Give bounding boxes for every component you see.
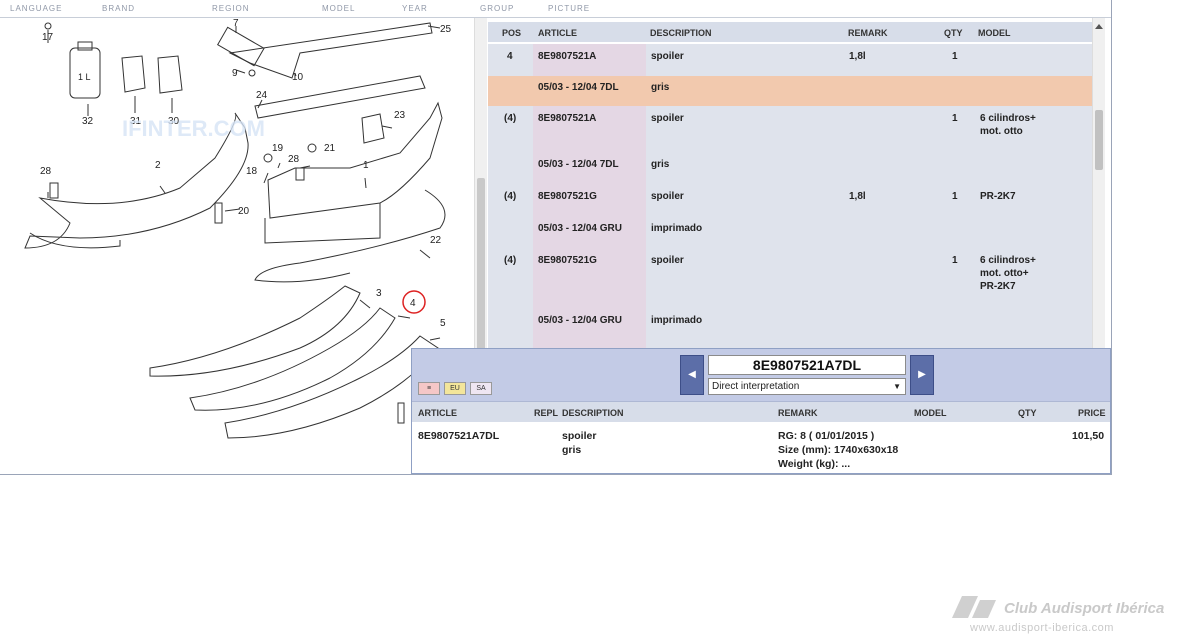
club-logo-icon — [952, 596, 996, 618]
callout-3[interactable]: 3 — [376, 288, 382, 299]
dropdown-caret-icon: ▼ — [893, 382, 901, 391]
parts-list: POS ARTICLE DESCRIPTION REMARK QTY MODEL… — [488, 18, 1092, 350]
detail-col-model: MODEL — [914, 408, 947, 418]
detail-price: 101,50 — [1072, 430, 1105, 442]
exploded-view-drawing: 17 7 25 9 10 32 31 30 24 23 2 28 19 21 1… — [24, 18, 452, 439]
nav-region[interactable]: REGION — [212, 4, 250, 13]
callout-10[interactable]: 10 — [292, 72, 304, 83]
detail-col-remark: REMARK — [778, 408, 818, 418]
article-number-input[interactable]: 8E9807521A7DL — [708, 355, 906, 375]
club-watermark-title: Club Audisport Ibérica — [1004, 600, 1165, 617]
callout-4[interactable]: 4 — [410, 298, 416, 309]
col-article[interactable]: ARTICLE — [538, 28, 577, 38]
callout-2[interactable]: 2 — [155, 160, 161, 171]
club-watermark-url: www.audisport-iberica.com — [970, 622, 1114, 634]
detail-col-qty: QTY — [1018, 408, 1037, 418]
table-row[interactable]: (4) 8E9807521G spoiler 1,8l 1 PR-2K7 — [488, 184, 1092, 218]
detail-article: 8E9807521A7DL — [418, 430, 500, 442]
arrow-left-icon: ◀ — [688, 369, 696, 380]
parts-diagram[interactable]: 17 7 25 9 10 32 31 30 24 23 2 28 19 21 1… — [0, 18, 475, 474]
detail-header: ARTICLE REPL DESCRIPTION REMARK MODEL QT… — [412, 401, 1110, 422]
detail-remark-weight: Weight (kg): ... — [778, 458, 851, 470]
bottle-label: 1 L — [78, 72, 91, 82]
detail-col-description: DESCRIPTION — [562, 408, 624, 418]
callout-25[interactable]: 25 — [440, 24, 452, 35]
interpretation-select[interactable]: Direct interpretation ▼ — [708, 378, 906, 395]
article-search-bar: ◀ 8E9807521A7DL Direct interpretation ▼ ▶… — [412, 349, 1110, 401]
callout-23[interactable]: 23 — [394, 110, 406, 121]
nav-group[interactable]: GROUP — [480, 4, 514, 13]
detail-remark-rg: RG: 8 ( 01/01/2015 ) — [778, 430, 875, 442]
parts-list-scrollbar[interactable] — [1092, 18, 1105, 348]
callout-22[interactable]: 22 — [430, 235, 442, 246]
detail-color: gris — [562, 444, 582, 456]
nav-model[interactable]: MODEL — [322, 4, 355, 13]
col-remark[interactable]: REMARK — [848, 28, 888, 38]
next-article-button[interactable]: ▶ — [910, 355, 934, 395]
nav-year[interactable]: YEAR — [402, 4, 428, 13]
top-navigation: LANGUAGE BRAND REGION MODEL YEAR GROUP P… — [0, 0, 1111, 18]
callout-19[interactable]: 19 — [272, 143, 284, 154]
callout-32[interactable]: 32 — [82, 116, 94, 127]
parts-list-header: POS ARTICLE DESCRIPTION REMARK QTY MODEL — [488, 22, 1092, 42]
callout-18[interactable]: 18 — [246, 166, 258, 177]
parts-scroll-thumb[interactable] — [1095, 110, 1103, 170]
callout-7[interactable]: 7 — [233, 18, 239, 29]
table-row[interactable]: (4) 8E9807521G spoiler 1 6 cilindros+ mo… — [488, 248, 1092, 310]
sa-flag-button[interactable]: SA — [470, 382, 492, 395]
callout-28-left[interactable]: 28 — [40, 166, 52, 177]
detail-col-article: ARTICLE — [418, 408, 457, 418]
callout-9[interactable]: 9 — [232, 68, 238, 79]
image-watermark: IFINTER.COM — [122, 116, 265, 141]
callout-28-right[interactable]: 28 — [288, 154, 300, 165]
callout-5[interactable]: 5 — [440, 318, 446, 329]
callout-17[interactable]: 17 — [42, 32, 54, 43]
callout-21[interactable]: 21 — [324, 143, 336, 154]
col-model[interactable]: MODEL — [978, 28, 1011, 38]
callout-20[interactable]: 20 — [238, 206, 250, 217]
detail-remark-size: Size (mm): 1740x630x18 — [778, 444, 899, 456]
table-row[interactable]: 05/03 - 12/04 GRU imprimado — [488, 308, 1092, 342]
scroll-up-arrow-icon[interactable] — [1095, 24, 1103, 29]
nav-brand[interactable]: BRAND — [102, 4, 135, 13]
callout-1[interactable]: 1 — [363, 160, 369, 171]
table-row[interactable]: 05/03 - 12/04 7DL gris — [488, 152, 1092, 186]
table-row[interactable]: 05/03 - 12/04 GRU imprimado — [488, 216, 1092, 250]
article-detail-panel: ◀ 8E9807521A7DL Direct interpretation ▼ ▶… — [411, 348, 1111, 474]
previous-article-button[interactable]: ◀ — [680, 355, 704, 395]
callout-24[interactable]: 24 — [256, 90, 268, 101]
arrow-right-icon: ▶ — [918, 369, 926, 380]
col-pos[interactable]: POS — [502, 28, 521, 38]
parts-catalog-window: LANGUAGE BRAND REGION MODEL YEAR GROUP P… — [0, 0, 1112, 475]
detail-col-price: PRICE — [1078, 408, 1106, 418]
col-qty[interactable]: QTY — [944, 28, 963, 38]
nav-picture[interactable]: PICTURE — [548, 4, 590, 13]
detail-col-repl: REPL — [534, 408, 559, 418]
col-description[interactable]: DESCRIPTION — [650, 28, 712, 38]
eu-flag-button[interactable]: EU — [444, 382, 466, 395]
menu-flag-button[interactable]: ≡ — [418, 382, 440, 395]
table-row-selected[interactable]: 05/03 - 12/04 7DL gris — [488, 76, 1092, 108]
nav-language[interactable]: LANGUAGE — [10, 4, 62, 13]
table-row[interactable]: (4) 8E9807521A spoiler 1 6 cilindros+ mo… — [488, 106, 1092, 154]
detail-description: spoiler — [562, 430, 597, 442]
table-row[interactable]: 4 8E9807521A spoiler 1,8l 1 — [488, 44, 1092, 78]
